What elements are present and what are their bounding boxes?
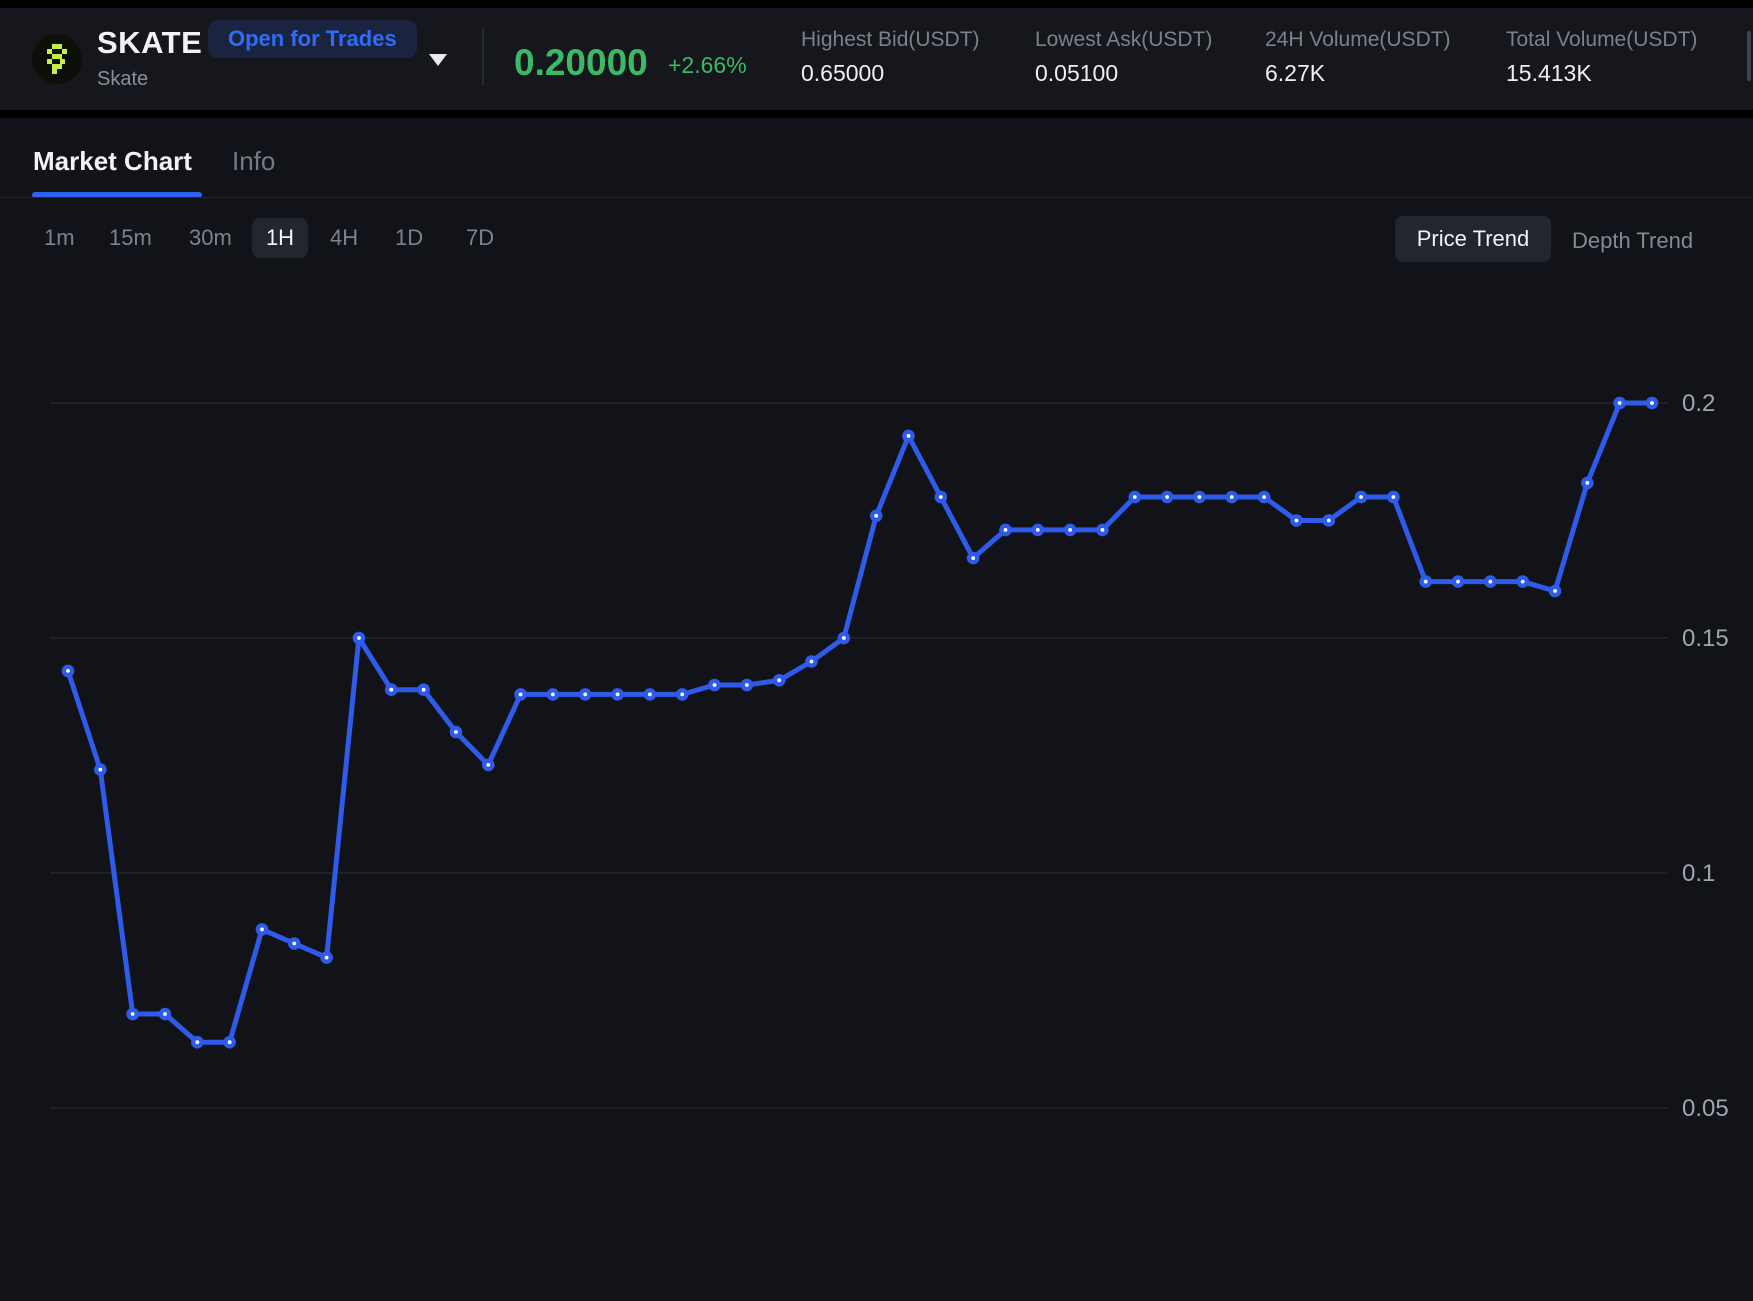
stat-value: 6.27K xyxy=(1265,60,1325,87)
price-change-percent: +2.66% xyxy=(668,52,747,79)
svg-text:0.1: 0.1 xyxy=(1682,860,1715,887)
status-badge: Open for Trades xyxy=(208,20,417,58)
stat-value: 0.05100 xyxy=(1035,60,1118,87)
stat-label: Highest Bid(USDT) xyxy=(801,28,980,52)
skate-market-page: SKATE Open for Trades Skate 0.20000 +2.6… xyxy=(0,0,1753,1301)
svg-text:0.05: 0.05 xyxy=(1682,1095,1729,1122)
token-name: Skate xyxy=(97,68,148,91)
svg-text:0.15: 0.15 xyxy=(1682,625,1729,652)
chevron-down-icon[interactable] xyxy=(429,54,447,66)
scrollbar-thumb[interactable] xyxy=(1747,31,1751,81)
token-header: SKATE Open for Trades Skate 0.20000 +2.6… xyxy=(0,8,1753,110)
market-chart-panel: Market Chart Info 1m 15m 30m 1H 4H 1D 7D… xyxy=(0,118,1753,1301)
svg-text:0.2: 0.2 xyxy=(1682,390,1715,417)
skate-logo-icon xyxy=(32,34,82,84)
last-price: 0.20000 xyxy=(514,42,648,84)
price-line-chart[interactable]: 0.2 0.15 0.1 0.05 xyxy=(0,118,1753,1301)
stat-value: 15.413K xyxy=(1506,60,1592,87)
token-symbol: SKATE xyxy=(97,25,202,61)
stat-value: 0.65000 xyxy=(801,60,884,87)
header-divider xyxy=(482,28,484,86)
stat-label: Total Volume(USDT) xyxy=(1506,28,1697,52)
stat-label: Lowest Ask(USDT) xyxy=(1035,28,1212,52)
stat-label: 24H Volume(USDT) xyxy=(1265,28,1451,52)
